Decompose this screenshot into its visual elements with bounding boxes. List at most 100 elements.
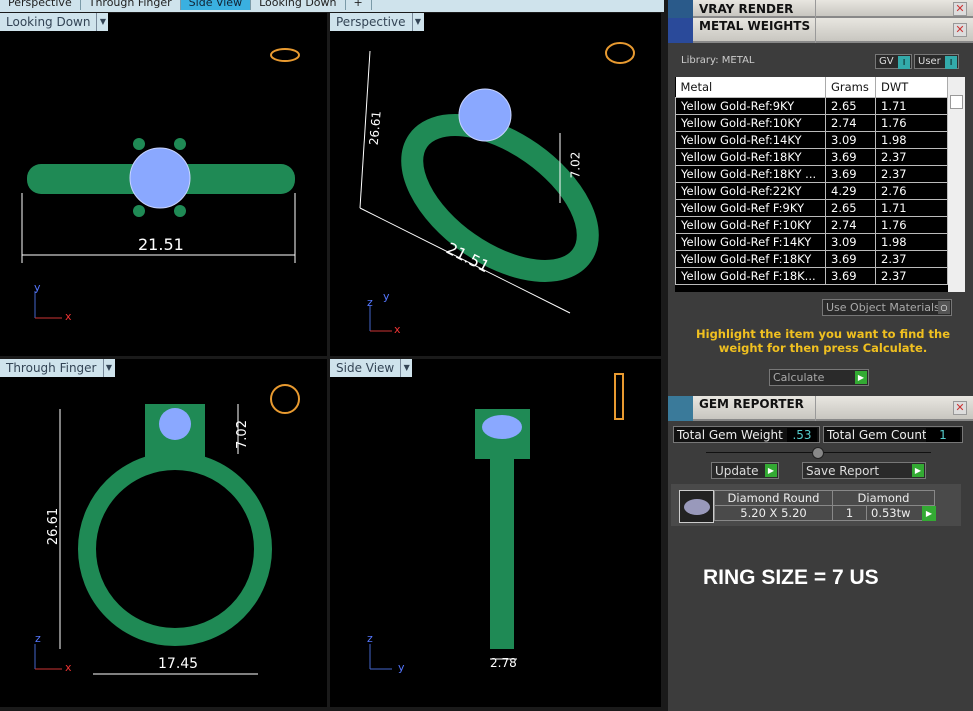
gem-row[interactable]: Diamond Round Diamond 5.20 X 5.20 1 0.53tw [714,490,935,521]
calculate-button[interactable]: Calculate ▶ [769,369,869,386]
table-row[interactable]: Yellow Gold-Ref:22KY 4.29 2.76 [675,181,948,200]
dimension-height: 26.61 [366,110,384,146]
library-label: Library: METAL [681,55,755,66]
field-label: Total Gem Count [827,428,927,442]
viewport-label[interactable]: Perspective ▼ [330,13,424,31]
gem-thumbnail [679,490,714,523]
axis-z-label: z [35,632,41,645]
calculate-hint: Highlight the item you want to find the … [696,327,950,355]
table-row[interactable]: Yellow Gold-Ref F:9KY 2.65 1.71 [675,198,948,217]
dimension-length: 21.51 [138,235,184,254]
dimension-width: 2.78 [490,656,517,670]
tab-through-finger[interactable]: Through Finger [81,0,181,10]
chevron-down-icon[interactable]: ▼ [102,359,115,377]
metal-weights-header[interactable]: METAL WEIGHTS ✕ [668,18,973,43]
table-row[interactable]: Yellow Gold-Ref F:18KY 3.69 2.37 [675,249,948,268]
field-label: Total Gem Weight [677,428,783,442]
axis-x-label: x [394,323,401,336]
scale-icon [668,18,693,43]
grams-value: 2.65 [825,96,876,115]
slider-handle[interactable] [812,447,824,459]
metal-name: Yellow Gold-Ref:10KY [675,113,826,132]
column-header-dwt[interactable]: DWT [875,77,948,97]
scrollbar-thumb[interactable] [950,95,963,109]
axis-x-label: x [65,310,72,323]
gem-reporter-header[interactable]: GEM REPORTER ✕ [668,396,973,421]
dimension-height: 26.61 [46,507,62,546]
gem-list: Diamond Round Diamond 5.20 X 5.20 1 0.53tw … [671,484,961,526]
viewport-through-finger[interactable]: Through Finger ▼ 26.61 7.02 17.45 z x [0,359,327,707]
ring-top-view [21,48,300,319]
axis-y-label: y [398,661,405,674]
metal-name: Yellow Gold-Ref:9KY [675,96,826,115]
total-gem-count-value: 1 [926,428,960,442]
toggle-label: GV [879,56,894,67]
table-row[interactable]: Yellow Gold-Ref:18KY 3.69 2.37 [675,147,948,166]
table-row[interactable]: Yellow Gold-Ref F:18K... 3.69 2.37 [675,266,948,285]
column-header-grams[interactable]: Grams [825,77,876,97]
grams-value: 3.69 [825,147,876,166]
table-row[interactable]: Yellow Gold-Ref:10KY 2.74 1.76 [675,113,948,132]
axis-x-label: x [65,661,72,674]
user-toggle[interactable]: User I [914,54,959,69]
dimension-inner-diameter: 17.45 [158,656,199,672]
close-icon[interactable]: ✕ [953,2,967,16]
gem-details-button[interactable]: ▶ [922,506,936,521]
chevron-down-icon[interactable]: ▼ [400,359,412,377]
grams-value: 3.69 [825,249,876,268]
use-object-materials-toggle[interactable]: Use Object Materials ○ [822,299,952,316]
viewport-label-text: Looking Down [6,15,91,29]
viewport-label-text: Perspective [336,15,406,29]
metal-name: Yellow Gold-Ref:18KY [675,147,826,166]
gem-report-icon [668,396,693,421]
button-label: Save Report [806,464,880,478]
grams-value: 3.09 [825,130,876,149]
viewport-looking-down[interactable]: Looking Down ▼ 21.51 y x [0,13,327,356]
close-icon[interactable]: ✕ [953,23,967,37]
tab-looking-down[interactable]: Looking Down [251,0,346,10]
metal-name: Yellow Gold-Ref:22KY [675,181,826,200]
viewport-label[interactable]: Side View ▼ [330,359,413,377]
column-header-metal[interactable]: Metal [675,77,826,97]
dimension-head-height: 7.02 [234,420,250,449]
total-gem-weight-field: Total Gem Weight .53 [673,426,820,443]
viewport-side-view[interactable]: Side View ▼ 2.78 z y [330,359,661,707]
viewport-label-text: Side View [336,361,395,375]
chevron-down-icon[interactable]: ▼ [96,13,108,31]
dwt-value: 2.37 [875,266,948,285]
update-button[interactable]: Update ▶ [711,462,779,479]
metal-name: Yellow Gold-Ref F:18K... [675,266,826,285]
viewport-label[interactable]: Through Finger ▼ [0,359,115,377]
viewport-label[interactable]: Looking Down ▼ [0,13,109,31]
add-tab-button[interactable]: + [346,0,372,10]
tab-side-view[interactable]: Side View [180,0,252,10]
table-row[interactable]: Yellow Gold-Ref:9KY 2.65 1.71 [675,96,948,115]
table-row[interactable]: Yellow Gold-Ref:18KY ... 3.69 2.37 [675,164,948,183]
tab-perspective[interactable]: Perspective [0,0,81,10]
grams-value: 3.69 [825,266,876,285]
gv-toggle[interactable]: GV I [875,54,912,69]
viewport-perspective[interactable]: Perspective ▼ 26.61 7.02 21.51 z y x [330,13,661,356]
metal-table-container: Metal Grams DWT Yellow Gold-Ref:9KY 2.65 1… [675,77,965,292]
table-row[interactable]: Yellow Gold-Ref:14KY 3.09 1.98 [675,130,948,149]
chevron-down-icon[interactable]: ▼ [411,13,424,31]
metal-name: Yellow Gold-Ref:18KY ... [675,164,826,183]
total-gem-count-field: Total Gem Count 1 [823,426,963,443]
metal-table: Metal Grams DWT Yellow Gold-Ref:9KY 2.65 1… [675,77,948,285]
grams-value: 3.69 [825,164,876,183]
metal-name: Yellow Gold-Ref:14KY [675,130,826,149]
vray-render-header[interactable]: VRAY RENDER ✕ [668,0,973,18]
dwt-value: 1.98 [875,130,948,149]
table-row[interactable]: Yellow Gold-Ref F:14KY 3.09 1.98 [675,232,948,251]
table-scrollbar[interactable] [948,77,965,292]
table-row[interactable]: Yellow Gold-Ref F:10KY 2.74 1.76 [675,215,948,234]
gem-type: Diamond [832,490,935,506]
close-icon[interactable]: ✕ [953,401,967,415]
grams-value: 3.09 [825,232,876,251]
dwt-value: 1.76 [875,215,948,234]
total-gem-weight-value: .53 [787,428,817,442]
save-report-button[interactable]: Save Report ▶ [802,462,926,479]
dwt-value: 2.37 [875,147,948,166]
dwt-value: 2.37 [875,164,948,183]
metal-name: Yellow Gold-Ref F:9KY [675,198,826,217]
